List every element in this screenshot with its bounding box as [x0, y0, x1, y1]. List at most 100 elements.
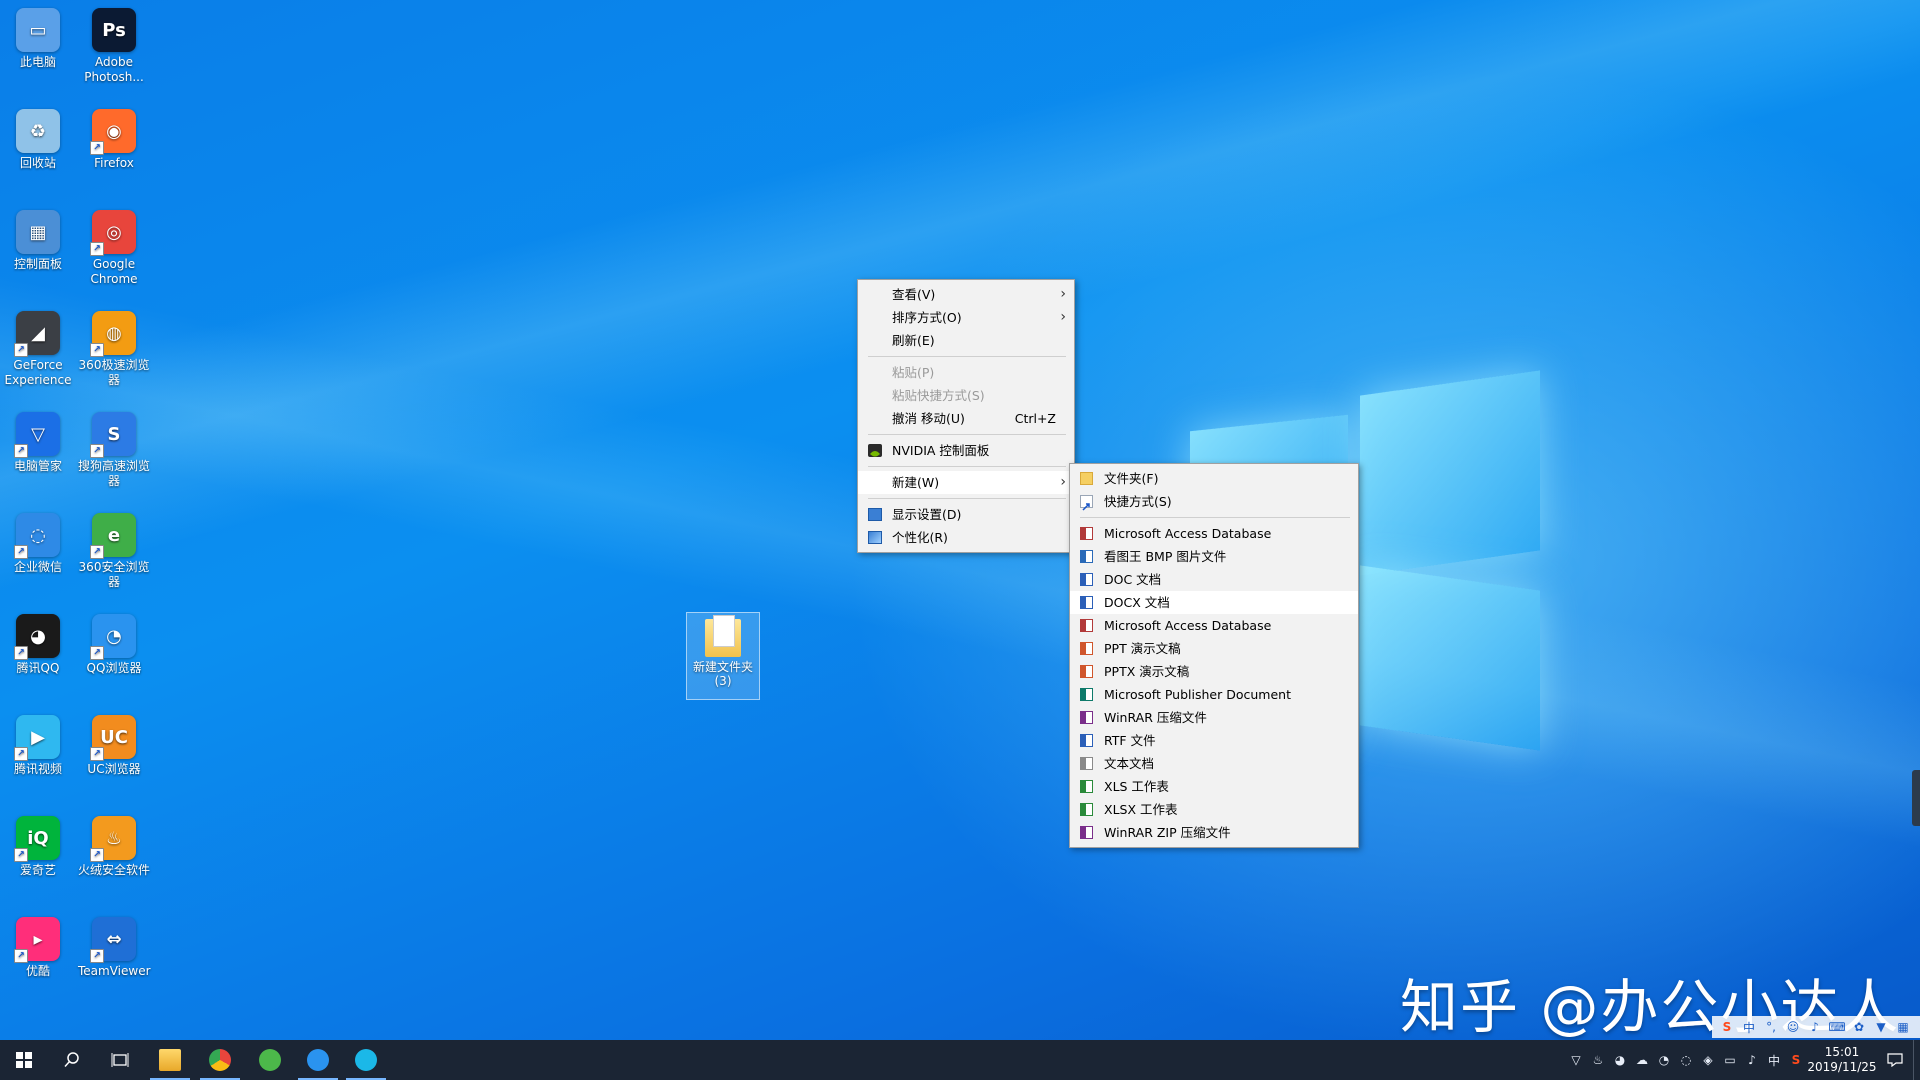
- youku-icon: ▸ ↗: [14, 917, 60, 963]
- network-icon[interactable]: ▭: [1719, 1040, 1741, 1080]
- ime-toolbar[interactable]: S 中 °, ☺ ♪ ⌨ ✿ ▼ ▦: [1712, 1016, 1920, 1038]
- file-explorer-icon: [159, 1049, 181, 1071]
- qq-tray-icon[interactable]: ◕: [1609, 1040, 1631, 1080]
- submenu-item-file-type[interactable]: Microsoft Publisher Document: [1070, 683, 1358, 706]
- recycle-bin-icon: ♻: [16, 109, 60, 153]
- wecom-tray-icon[interactable]: ◌: [1675, 1040, 1697, 1080]
- desktop-icon-label: 火绒安全软件: [78, 863, 151, 877]
- iqiyi-icon: iQ ↗: [14, 816, 60, 862]
- submenu-item-file-type[interactable]: XLS 工作表: [1070, 775, 1358, 798]
- submenu-item-file-type[interactable]: PPTX 演示文稿: [1070, 660, 1358, 683]
- taskbar-wecom[interactable]: [342, 1040, 390, 1080]
- desktop-icon[interactable]: ◉ ↗ Firefox: [78, 109, 150, 171]
- sogou-icon[interactable]: S: [1716, 1020, 1738, 1034]
- submenu-item-file-type[interactable]: 文本文档: [1070, 752, 1358, 775]
- notification-center-button[interactable]: [1877, 1040, 1913, 1080]
- sogou-tray-icon[interactable]: S: [1785, 1040, 1807, 1080]
- menu-item-new[interactable]: 新建(W) ›: [858, 471, 1074, 494]
- browser-tray-icon[interactable]: ◔: [1653, 1040, 1675, 1080]
- submenu-item-file-type[interactable]: DOC 文档: [1070, 568, 1358, 591]
- menu-item-view[interactable]: 查看(V) ›: [858, 283, 1074, 306]
- new-submenu: 文件夹(F) 快捷方式(S) Microsoft Access Database…: [1069, 463, 1359, 848]
- docx-file-icon: [1080, 596, 1093, 609]
- desktop-icon[interactable]: ⇔ ↗ TeamViewer: [78, 917, 151, 979]
- taskbar-chrome[interactable]: [196, 1040, 244, 1080]
- submenu-item-folder[interactable]: 文件夹(F): [1070, 467, 1358, 490]
- desktop-icon-label: 360极速浏览器: [78, 358, 150, 387]
- rtf-file-icon: [1080, 734, 1093, 747]
- ime-indicator[interactable]: 中: [1763, 1040, 1785, 1080]
- desktop-icon[interactable]: ▭ 此电脑: [2, 8, 74, 70]
- submenu-item-file-type[interactable]: 看图王 BMP 图片文件: [1070, 545, 1358, 568]
- submenu-item-shortcut[interactable]: 快捷方式(S): [1070, 490, 1358, 513]
- tshirt-icon[interactable]: ▼: [1870, 1020, 1892, 1034]
- submenu-item-file-type[interactable]: WinRAR ZIP 压缩文件: [1070, 821, 1358, 844]
- windows-start-icon: [16, 1052, 32, 1068]
- desktop-icon[interactable]: ◍ ↗ 360极速浏览器: [78, 311, 150, 388]
- desktop-icon[interactable]: ◕ ↗ 腾讯QQ: [2, 614, 74, 676]
- 360-speed-browser-icon: ◍ ↗: [90, 311, 136, 357]
- submenu-item-file-type[interactable]: DOCX 文档: [1070, 591, 1358, 614]
- shield-icon[interactable]: ▽: [1565, 1040, 1587, 1080]
- punctuation-icon[interactable]: °,: [1760, 1020, 1782, 1034]
- shortcut-arrow-icon: ↗: [90, 949, 104, 963]
- taskbar-qq-browser[interactable]: [294, 1040, 342, 1080]
- volume-icon[interactable]: ♪: [1741, 1040, 1763, 1080]
- desktop-icon[interactable]: ◌ ↗ 企业微信: [2, 513, 74, 575]
- submenu-item-file-type[interactable]: RTF 文件: [1070, 729, 1358, 752]
- submenu-item-file-type[interactable]: WinRAR 压缩文件: [1070, 706, 1358, 729]
- desktop-icon[interactable]: Ps Adobe Photosh...: [78, 8, 150, 85]
- wecom-icon: [355, 1049, 377, 1071]
- skin-icon[interactable]: ✿: [1848, 1020, 1870, 1034]
- desktop-icon[interactable]: ▸ ↗ 优酷: [2, 917, 74, 979]
- desktop-icon[interactable]: UC ↗ UC浏览器: [78, 715, 150, 777]
- menu-item-display-settings[interactable]: 显示设置(D): [858, 503, 1074, 526]
- fire-icon[interactable]: ♨: [1587, 1040, 1609, 1080]
- task-view-button[interactable]: [96, 1040, 144, 1080]
- control-panel-icon: ▦: [16, 210, 60, 254]
- taskbar-file-explorer[interactable]: [146, 1040, 194, 1080]
- desktop-icon[interactable]: ◔ ↗ QQ浏览器: [78, 614, 150, 676]
- desktop-icon[interactable]: S ↗ 搜狗高速浏览器: [78, 412, 150, 489]
- desktop-icon[interactable]: ◢ ↗ GeForce Experience: [2, 311, 74, 388]
- doc-file-icon: [1080, 573, 1093, 586]
- submenu-item-file-type[interactable]: Microsoft Access Database: [1070, 522, 1358, 545]
- desktop-icon[interactable]: ◎ ↗ Google Chrome: [78, 210, 150, 287]
- clock[interactable]: 15:01 2019/11/25: [1807, 1045, 1877, 1075]
- desktop-icon[interactable]: ▶ ↗ 腾讯视频: [2, 715, 74, 777]
- keyboard-icon[interactable]: ⌨: [1826, 1020, 1848, 1034]
- menu-item-refresh[interactable]: 刷新(E): [858, 329, 1074, 352]
- edge-handle[interactable]: [1912, 770, 1920, 826]
- search-button[interactable]: [48, 1040, 96, 1080]
- start-button[interactable]: [0, 1040, 48, 1080]
- desktop-new-folder[interactable]: 新建文件夹 (3): [686, 612, 760, 700]
- submenu-item-file-type[interactable]: Microsoft Access Database: [1070, 614, 1358, 637]
- computer-icon: ▭: [16, 8, 60, 52]
- desktop-icon[interactable]: ♻ 回收站: [2, 109, 74, 171]
- taskbar-360-browser[interactable]: [246, 1040, 294, 1080]
- ime-language-toggle[interactable]: 中: [1738, 1019, 1760, 1036]
- menu-item-undo-move[interactable]: 撤消 移动(U) Ctrl+Z: [858, 407, 1074, 430]
- desktop-icon-label: GeForce Experience: [4, 358, 72, 387]
- submenu-item-file-type[interactable]: PPT 演示文稿: [1070, 637, 1358, 660]
- xls-file-icon: [1080, 780, 1093, 793]
- show-desktop-button[interactable]: [1913, 1040, 1920, 1080]
- menu-item-personalize[interactable]: 个性化(R): [858, 526, 1074, 549]
- access-file-icon: [1080, 619, 1093, 632]
- menu-item-nvidia[interactable]: NVIDIA 控制面板: [858, 439, 1074, 462]
- emoji-icon[interactable]: ☺: [1782, 1020, 1804, 1034]
- desktop-icon[interactable]: ▽ ↗ 电脑管家: [2, 412, 74, 474]
- cloud-icon[interactable]: ☁: [1631, 1040, 1653, 1080]
- submenu-item-label: WinRAR ZIP 压缩文件: [1104, 825, 1231, 840]
- toolbox-icon[interactable]: ▦: [1892, 1020, 1914, 1034]
- microphone-icon[interactable]: ♪: [1804, 1020, 1826, 1034]
- submenu-item-file-type[interactable]: XLSX 工作表: [1070, 798, 1358, 821]
- desktop-icon[interactable]: e ↗ 360安全浏览器: [78, 513, 150, 590]
- taskbar: ▽ ♨ ◕ ☁ ◔ ◌ ◈ ▭ ♪ 中 S 15:01 2019/11/25: [0, 1040, 1920, 1080]
- shortcut-arrow-icon: ↗: [90, 747, 104, 761]
- desktop-icon[interactable]: iQ ↗ 爱奇艺: [2, 816, 74, 878]
- security-tray-icon[interactable]: ◈: [1697, 1040, 1719, 1080]
- desktop-icon[interactable]: ♨ ↗ 火绒安全软件: [78, 816, 150, 878]
- menu-item-sort[interactable]: 排序方式(O) ›: [858, 306, 1074, 329]
- desktop-icon[interactable]: ▦ 控制面板: [2, 210, 74, 272]
